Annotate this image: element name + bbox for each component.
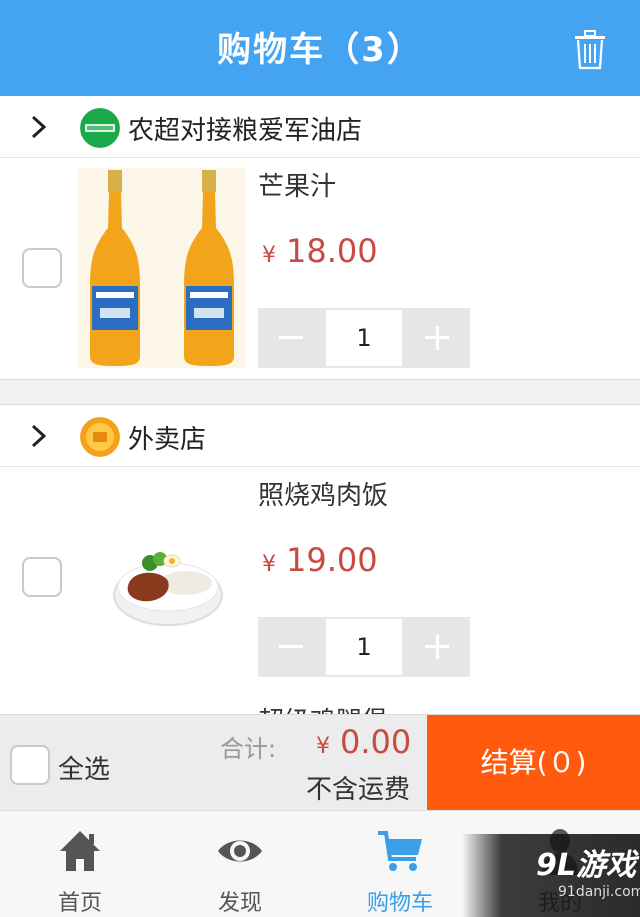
quantity-input[interactable]: 1 bbox=[326, 619, 402, 675]
shop-logo bbox=[80, 108, 120, 148]
checkout-bar: 全选 合计: ¥0.00 不含运费 结算(０) bbox=[0, 714, 640, 811]
tab-label: 购物车 bbox=[366, 891, 433, 916]
product-name[interactable]: 照烧鸡肉饭 bbox=[258, 475, 388, 512]
quantity-stepper: 1 bbox=[258, 308, 470, 368]
increase-button[interactable] bbox=[404, 308, 470, 368]
cart-list[interactable]: 农超对接粮爱军油店 芒果汁 ¥ 18.00 1 外卖店 照烧鸡肉饭 ¥ 19.0… bbox=[0, 96, 640, 714]
shop-header[interactable]: 农超对接粮爱军油店 bbox=[0, 96, 640, 158]
total-label: 合计: bbox=[220, 735, 277, 763]
next-product-name[interactable]: 超级鸡腿堡 bbox=[258, 701, 388, 714]
shop-card: 外卖店 照烧鸡肉饭 ¥19.00 1 超级鸡腿堡 bbox=[0, 404, 640, 714]
shop-name[interactable]: 外卖店 bbox=[128, 419, 206, 456]
price-value: 19.00 bbox=[286, 541, 378, 579]
shipping-note: 不含运费 bbox=[306, 775, 411, 805]
decrease-button[interactable] bbox=[258, 617, 324, 677]
currency-symbol: ¥ bbox=[262, 552, 276, 577]
total-amount: ¥0.00 bbox=[316, 723, 411, 761]
watermark-site: 91danji.com bbox=[558, 884, 640, 900]
shop-logo bbox=[80, 417, 120, 457]
tab-label: 首页 bbox=[57, 891, 102, 916]
tab-discover[interactable]: 发现 bbox=[160, 811, 320, 917]
app-header: 购物车（3） bbox=[0, 0, 640, 96]
checkout-button[interactable]: 结算(０) bbox=[427, 715, 640, 811]
shop-header[interactable]: 外卖店 bbox=[0, 405, 640, 467]
cart-item: 芒果汁 ¥18.00 1 bbox=[0, 158, 640, 380]
home-icon bbox=[60, 831, 100, 871]
tab-home[interactable]: 首页 bbox=[0, 811, 160, 917]
chevron-right-icon[interactable] bbox=[28, 114, 50, 140]
product-price: ¥18.00 bbox=[262, 232, 378, 270]
increase-button[interactable] bbox=[404, 617, 470, 677]
quantity-stepper: 1 bbox=[258, 617, 470, 677]
watermark-brand: 9L游戏 bbox=[536, 848, 636, 883]
chevron-right-icon[interactable] bbox=[28, 423, 50, 449]
watermark-logo: 9L游戏 91danji.com bbox=[462, 834, 640, 917]
product-price: ¥19.00 bbox=[262, 541, 378, 579]
item-checkbox[interactable] bbox=[22, 248, 62, 288]
select-all-checkbox[interactable] bbox=[10, 745, 50, 785]
total-value: 0.00 bbox=[340, 723, 412, 761]
quantity-input[interactable]: 1 bbox=[326, 310, 402, 366]
tab-cart[interactable]: 购物车 bbox=[320, 811, 480, 917]
product-image-teriyaki-chicken-rice[interactable] bbox=[78, 477, 246, 677]
price-value: 18.00 bbox=[286, 232, 378, 270]
shop-card: 农超对接粮爱军油店 芒果汁 ¥ 18.00 1 bbox=[0, 96, 640, 380]
page-title: 购物车（3） bbox=[217, 30, 423, 70]
cart-icon bbox=[378, 831, 422, 871]
trash-icon[interactable] bbox=[574, 30, 606, 70]
currency-symbol: ¥ bbox=[316, 734, 330, 759]
select-all-label[interactable]: 全选 bbox=[58, 749, 110, 786]
item-checkbox[interactable] bbox=[22, 557, 62, 597]
eye-icon bbox=[218, 840, 262, 862]
product-image-mango-juice[interactable] bbox=[78, 168, 246, 368]
currency-symbol: ¥ bbox=[262, 243, 276, 268]
tab-label: 发现 bbox=[217, 891, 262, 916]
product-name[interactable]: 芒果汁 bbox=[258, 166, 336, 203]
shop-name[interactable]: 农超对接粮爱军油店 bbox=[128, 110, 362, 147]
decrease-button[interactable] bbox=[258, 308, 324, 368]
cart-item: 照烧鸡肉饭 ¥19.00 1 bbox=[0, 467, 640, 689]
